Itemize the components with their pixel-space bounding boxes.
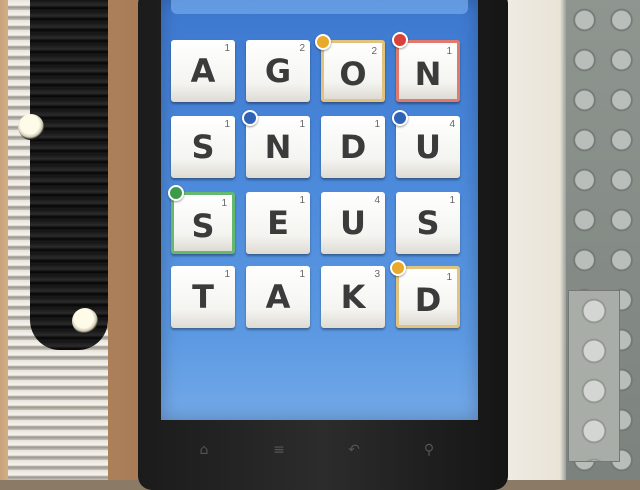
- tile-letter: N: [414, 55, 442, 93]
- tile-points: 1: [299, 269, 305, 280]
- tile-letter: A: [265, 278, 291, 316]
- tile-r1-c2[interactable]: D 1: [321, 116, 385, 178]
- tile-letter: S: [191, 207, 215, 245]
- bonus-badge-blue: [242, 110, 258, 126]
- search-icon[interactable]: ⚲: [415, 440, 443, 460]
- tile-letter: A: [190, 52, 216, 90]
- tile-points: 1: [446, 46, 452, 57]
- tile-r0-c1[interactable]: G 2: [246, 40, 310, 102]
- tile-letter: D: [339, 128, 367, 166]
- tile-letter: T: [192, 278, 214, 316]
- tile-points: 2: [299, 43, 305, 54]
- menu-icon[interactable]: ≡: [265, 440, 293, 460]
- tile-points: 4: [449, 119, 455, 130]
- tile-r0-c2[interactable]: O 2: [321, 40, 385, 102]
- tile-r2-c1[interactable]: E 1: [246, 192, 310, 254]
- tile-r1-c3[interactable]: U 4: [396, 116, 460, 178]
- tile-points: 3: [374, 269, 380, 280]
- tile-points: 1: [224, 43, 230, 54]
- tile-r1-c1[interactable]: N 1: [246, 116, 310, 178]
- tile-letter: E: [267, 204, 289, 242]
- tile-r2-c2[interactable]: U 4: [321, 192, 385, 254]
- back-icon[interactable]: ↶: [340, 440, 368, 460]
- tile-letter: D: [414, 281, 442, 319]
- tile-points: 4: [374, 195, 380, 206]
- bonus-badge-gold: [390, 260, 406, 276]
- tile-letter: K: [340, 278, 366, 316]
- tile-points: 1: [299, 195, 305, 206]
- tile-points: 2: [371, 46, 377, 57]
- tile-letter: U: [415, 128, 441, 166]
- tile-r2-c3[interactable]: S 1: [396, 192, 460, 254]
- tile-points: 1: [224, 269, 230, 280]
- tile-points: 1: [221, 198, 227, 209]
- bonus-badge-green: [168, 185, 184, 201]
- bonus-badge-gold: [315, 34, 331, 50]
- tile-points: 1: [446, 272, 452, 283]
- tile-r1-c0[interactable]: S 1: [171, 116, 235, 178]
- phone-nav-bar: ⌂ ≡ ↶ ⚲: [170, 440, 470, 466]
- tile-r0-c3[interactable]: N 1: [396, 40, 460, 102]
- tile-r2-c0[interactable]: S 1: [171, 192, 235, 254]
- tile-points: 1: [299, 119, 305, 130]
- rack-hole-top: [18, 114, 44, 140]
- tile-r3-c1[interactable]: A 1: [246, 266, 310, 328]
- tile-points: 1: [224, 119, 230, 130]
- bonus-badge-red: [392, 32, 408, 48]
- bonus-badge-blue: [392, 110, 408, 126]
- tile-letter: N: [264, 128, 292, 166]
- tile-letter: O: [339, 55, 367, 93]
- tile-letter: U: [340, 204, 366, 242]
- tile-r3-c0[interactable]: T 1: [171, 266, 235, 328]
- tile-r3-c3[interactable]: D 1: [396, 266, 460, 328]
- tile-r0-c0[interactable]: A 1: [171, 40, 235, 102]
- lego-block: [568, 290, 620, 462]
- tile-points: 1: [449, 195, 455, 206]
- tile-r3-c2[interactable]: K 3: [321, 266, 385, 328]
- status-bar: [171, 0, 468, 14]
- tile-letter: S: [416, 204, 440, 242]
- home-icon[interactable]: ⌂: [190, 440, 218, 460]
- rack-hole-bottom: [72, 308, 98, 334]
- dark-rack: [30, 0, 108, 350]
- tile-letter: S: [191, 128, 215, 166]
- tile-points: 1: [374, 119, 380, 130]
- tile-letter: G: [264, 52, 292, 90]
